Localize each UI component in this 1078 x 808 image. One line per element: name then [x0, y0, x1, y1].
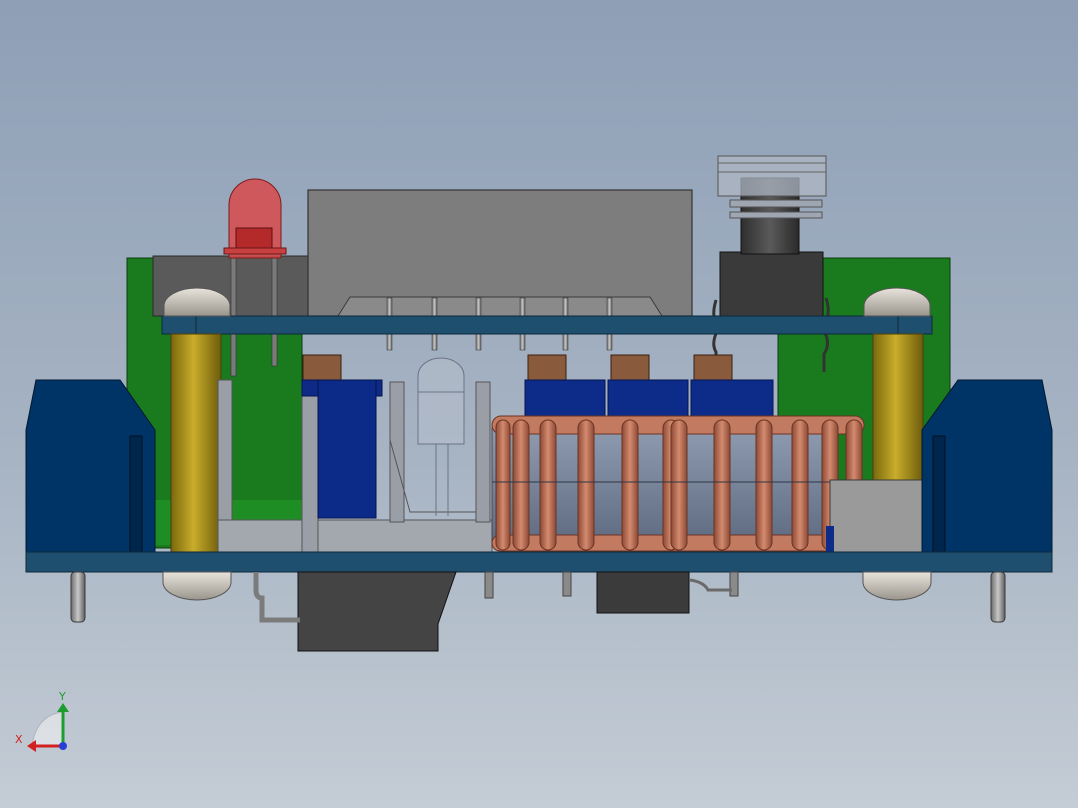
- bottom-pcb: [25, 551, 1053, 573]
- terminal-block-right: [921, 379, 1053, 553]
- coordinate-triad[interactable]: Y X: [15, 690, 69, 752]
- z-axis-dot: [59, 742, 67, 750]
- transistor: [417, 357, 465, 516]
- cad-viewport[interactable]: Y X: [0, 0, 1078, 808]
- mount-pin-left: [70, 571, 86, 623]
- top-pcb: [161, 315, 933, 335]
- y-axis-label: Y: [58, 690, 66, 703]
- cad-scene: Y X: [15, 155, 1053, 752]
- bottom-screw-right: [862, 571, 932, 601]
- capacitor-4: [690, 354, 774, 417]
- capacitor-3: [607, 354, 689, 417]
- bottom-component: [253, 571, 494, 652]
- bottom-ic: [562, 571, 739, 614]
- inductor-coil: [491, 415, 865, 552]
- standoff-left: [170, 333, 222, 553]
- x-axis-label: X: [15, 733, 23, 746]
- terminal-block-left: [25, 379, 156, 553]
- capacitor-2: [524, 354, 606, 417]
- mount-pin-right: [990, 571, 1006, 623]
- bottom-screw-left: [162, 571, 232, 601]
